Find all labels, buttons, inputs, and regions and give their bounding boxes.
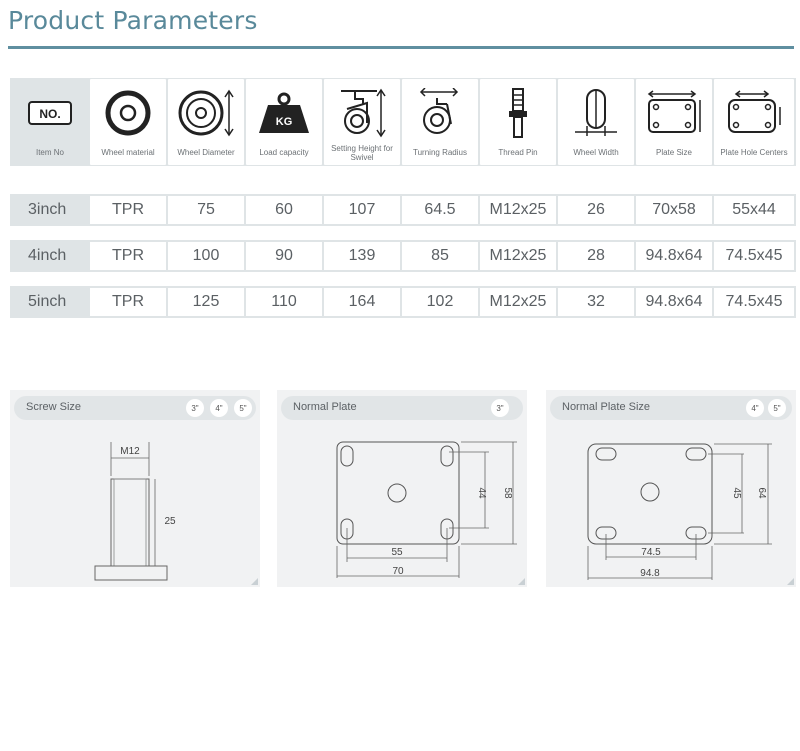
table-cell: 75 bbox=[168, 196, 244, 224]
table-cell: 28 bbox=[558, 242, 634, 270]
table-cell: 55x44 bbox=[714, 196, 794, 224]
panel-corner-mark bbox=[518, 578, 525, 585]
table-cell: 85 bbox=[402, 242, 478, 270]
table-cell: 32 bbox=[558, 288, 634, 316]
panel-corner-mark bbox=[251, 578, 258, 585]
plate-size-icon bbox=[636, 87, 712, 139]
table-row: 5inch TPR 125 110 164 102 M12x25 32 94.8… bbox=[10, 286, 796, 318]
plate-hole-centers-icon bbox=[714, 87, 794, 139]
table-cell: M12x25 bbox=[480, 196, 556, 224]
header-wheel-material: Wheel material bbox=[90, 79, 166, 165]
table-cell: 26 bbox=[558, 196, 634, 224]
header-label: Plate Size bbox=[655, 148, 693, 157]
screw-m12-label: M12 bbox=[120, 446, 140, 457]
wheel-diameter-icon bbox=[168, 87, 244, 139]
page-title: Product Parameters bbox=[8, 6, 258, 35]
table-cell: 94.8x64 bbox=[636, 242, 712, 270]
plate-width-label: 94.8 bbox=[640, 568, 660, 579]
normal-plate-diagram: 55 70 44 58 bbox=[336, 441, 517, 578]
plate-height-label: 64 bbox=[756, 487, 767, 499]
header-load-capacity: KG Load capacity bbox=[246, 79, 322, 165]
title-divider bbox=[8, 46, 794, 49]
table-cell: 5inch bbox=[28, 293, 67, 310]
hole-height-label: 45 bbox=[731, 487, 742, 499]
table-cell: TPR bbox=[90, 196, 166, 224]
table-cell: 4inch bbox=[28, 247, 67, 264]
table-cell: 3inch bbox=[28, 201, 67, 218]
header-wheel-diameter: Wheel Diameter bbox=[168, 79, 244, 165]
normal-plate-panel: Normal Plate 3" 55 70 44 58 bbox=[277, 390, 527, 587]
table-cell: 107 bbox=[324, 196, 400, 224]
thread-pin-icon bbox=[480, 87, 556, 139]
header-plate-hole-centers: Plate Hole Centers bbox=[714, 79, 794, 165]
header-setting-height: Setting Height for Swivel bbox=[324, 79, 400, 165]
table-cell: M12x25 bbox=[480, 242, 556, 270]
hole-height-label: 44 bbox=[476, 487, 487, 499]
table-cell: 74.5x45 bbox=[714, 242, 794, 270]
normal-plate-size-panel: Normal Plate Size 4" 5" 74.5 94.8 45 64 bbox=[546, 390, 796, 587]
table-row: 3inch TPR 75 60 107 64.5 M12x25 26 70x58… bbox=[10, 194, 796, 226]
header-label: Wheel Width bbox=[573, 148, 619, 157]
header-item-no: NO. Item No bbox=[12, 79, 88, 165]
header-label: Item No bbox=[35, 148, 64, 157]
wheel-icon bbox=[90, 87, 166, 139]
swivel-caster-icon bbox=[324, 87, 400, 139]
table-cell: 139 bbox=[324, 242, 400, 270]
no-badge-text: NO. bbox=[39, 107, 60, 121]
header-label: Wheel Diameter bbox=[177, 148, 235, 157]
header-label: Thread Pin bbox=[498, 148, 538, 157]
table-cell: 125 bbox=[168, 288, 244, 316]
table-cell: 94.8x64 bbox=[636, 288, 712, 316]
table-cell: 110 bbox=[246, 288, 322, 316]
kg-text: KG bbox=[276, 116, 293, 128]
header-label: Load capacity bbox=[259, 148, 309, 157]
plate-height-label: 58 bbox=[502, 487, 513, 499]
screw-size-panel: Screw Size 3" 4" 5" M12 25 bbox=[10, 390, 260, 587]
screw-length-label: 25 bbox=[164, 516, 176, 527]
table-cell: 90 bbox=[246, 242, 322, 270]
normal-plate-size-diagram: 74.5 94.8 45 64 bbox=[587, 443, 772, 580]
table-cell: 164 bbox=[324, 288, 400, 316]
table-header-row: NO. Item No Wheel material Wheel Diamete… bbox=[10, 78, 796, 166]
table-row: 4inch TPR 100 90 139 85 M12x25 28 94.8x6… bbox=[10, 240, 796, 272]
screw-diagram: M12 25 bbox=[94, 442, 176, 581]
turning-radius-icon bbox=[402, 87, 478, 139]
header-wheel-width: Wheel Width bbox=[558, 79, 634, 165]
plate-width-label: 70 bbox=[392, 566, 404, 577]
table-cell: 70x58 bbox=[636, 196, 712, 224]
header-label: Plate Hole Centers bbox=[720, 148, 788, 157]
wheel-width-icon bbox=[558, 87, 634, 139]
table-cell: TPR bbox=[90, 242, 166, 270]
header-thread-pin: Thread Pin bbox=[480, 79, 556, 165]
header-plate-size: Plate Size bbox=[636, 79, 712, 165]
table-cell: 60 bbox=[246, 196, 322, 224]
header-label: Wheel material bbox=[101, 148, 155, 157]
header-label: Setting Height for Swivel bbox=[331, 144, 393, 162]
table-cell: M12x25 bbox=[480, 288, 556, 316]
table-cell: 100 bbox=[168, 242, 244, 270]
table-cell: 64.5 bbox=[402, 196, 478, 224]
table-cell: 102 bbox=[402, 288, 478, 316]
hole-width-label: 55 bbox=[391, 547, 403, 558]
header-turning-radius: Turning Radius bbox=[402, 79, 478, 165]
no-badge-icon: NO. bbox=[12, 87, 88, 139]
kg-weight-icon: KG bbox=[246, 87, 322, 139]
table-cell: 74.5x45 bbox=[714, 288, 794, 316]
header-label: Turning Radius bbox=[413, 148, 467, 157]
table-cell: TPR bbox=[90, 288, 166, 316]
panel-corner-mark bbox=[787, 578, 794, 585]
hole-width-label: 74.5 bbox=[641, 547, 661, 558]
